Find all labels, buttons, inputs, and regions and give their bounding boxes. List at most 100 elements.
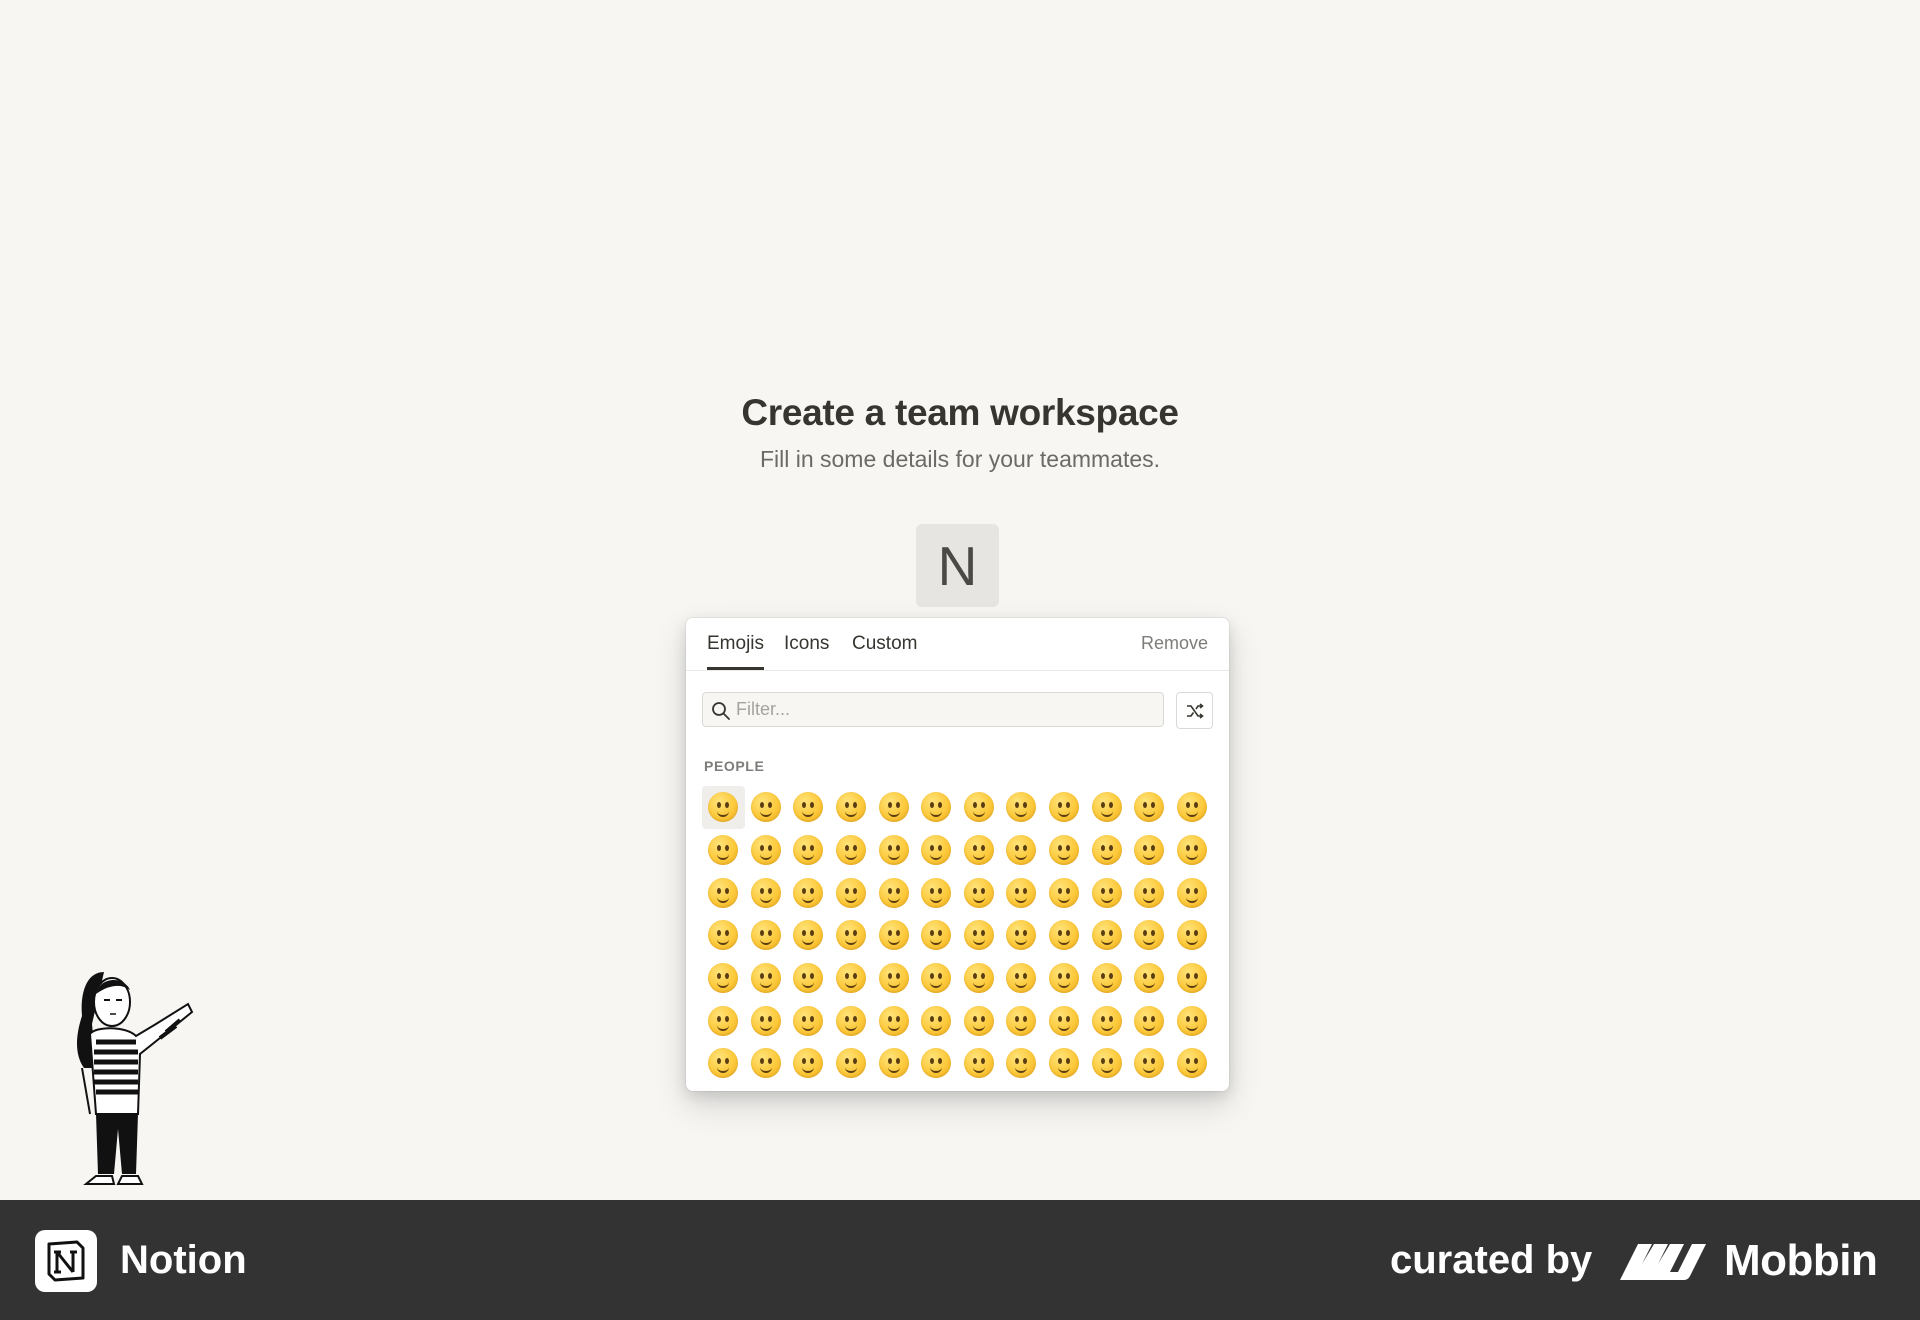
emoji-option[interactable] <box>915 1042 958 1085</box>
emoji-option[interactable] <box>872 1042 915 1085</box>
emoji-option[interactable] <box>872 999 915 1042</box>
emoji-option[interactable] <box>958 1042 1001 1085</box>
emoji-option[interactable] <box>1171 1042 1214 1085</box>
emoji-option[interactable] <box>787 829 830 872</box>
emoji-option[interactable] <box>1128 786 1171 829</box>
emoji-option[interactable] <box>745 829 788 872</box>
emoji-option[interactable] <box>1000 999 1043 1042</box>
shuffle-button[interactable] <box>1176 692 1213 729</box>
emoji-option[interactable] <box>787 1042 830 1085</box>
emoji-option[interactable] <box>787 786 830 829</box>
emoji-option[interactable] <box>830 1042 873 1085</box>
smiley-face-icon <box>1049 792 1080 823</box>
tab-emojis[interactable]: Emojis <box>707 633 764 655</box>
emoji-option[interactable] <box>830 914 873 957</box>
emoji-option[interactable] <box>1000 914 1043 957</box>
emoji-option[interactable] <box>915 786 958 829</box>
emoji-option[interactable] <box>1085 871 1128 914</box>
emoji-option[interactable] <box>1000 786 1043 829</box>
filter-input[interactable] <box>736 693 1156 726</box>
emoji-option[interactable] <box>1000 957 1043 1000</box>
emoji-option[interactable] <box>1171 999 1214 1042</box>
emoji-option[interactable] <box>1171 871 1214 914</box>
smiley-face-icon <box>750 792 781 823</box>
emoji-option[interactable] <box>872 786 915 829</box>
emoji-option[interactable] <box>745 914 788 957</box>
tab-custom[interactable]: Custom <box>852 633 917 655</box>
emoji-option[interactable] <box>872 871 915 914</box>
emoji-option[interactable] <box>702 871 745 914</box>
emoji-option[interactable] <box>1043 999 1086 1042</box>
smiley-face-icon <box>708 877 739 908</box>
emoji-option[interactable] <box>745 871 788 914</box>
emoji-option[interactable] <box>787 914 830 957</box>
emoji-option[interactable] <box>915 999 958 1042</box>
emoji-option[interactable] <box>1043 914 1086 957</box>
emoji-option[interactable] <box>1000 871 1043 914</box>
emoji-option[interactable] <box>958 786 1001 829</box>
emoji-option[interactable] <box>1085 914 1128 957</box>
emoji-option[interactable] <box>1128 871 1171 914</box>
emoji-option[interactable] <box>915 957 958 1000</box>
emoji-option[interactable] <box>1128 1042 1171 1085</box>
emoji-option[interactable] <box>702 957 745 1000</box>
emoji-option[interactable] <box>872 829 915 872</box>
emoji-option[interactable] <box>1171 914 1214 957</box>
emoji-option[interactable] <box>702 1042 745 1085</box>
emoji-option[interactable] <box>1085 957 1128 1000</box>
notion-logo <box>35 1230 97 1292</box>
emoji-option[interactable] <box>915 914 958 957</box>
emoji-option[interactable] <box>958 957 1001 1000</box>
emoji-option[interactable] <box>702 786 745 829</box>
tab-icons[interactable]: Icons <box>784 633 829 655</box>
emoji-option[interactable] <box>958 829 1001 872</box>
emoji-option[interactable] <box>958 999 1001 1042</box>
emoji-option[interactable] <box>1085 1042 1128 1085</box>
emoji-option[interactable] <box>830 957 873 1000</box>
emoji-option[interactable] <box>1043 829 1086 872</box>
emoji-option[interactable] <box>1171 786 1214 829</box>
emoji-option[interactable] <box>745 1042 788 1085</box>
smiley-face-icon <box>1091 835 1122 866</box>
emoji-option[interactable] <box>745 999 788 1042</box>
smiley-face-icon <box>793 792 824 823</box>
emoji-option[interactable] <box>1128 999 1171 1042</box>
emoji-option[interactable] <box>745 786 788 829</box>
emoji-option[interactable] <box>872 957 915 1000</box>
emoji-option[interactable] <box>787 871 830 914</box>
emoji-option[interactable] <box>1085 999 1128 1042</box>
emoji-option[interactable] <box>1128 914 1171 957</box>
emoji-option[interactable] <box>1000 1042 1043 1085</box>
emoji-option[interactable] <box>702 829 745 872</box>
emoji-option[interactable] <box>1043 786 1086 829</box>
emoji-option[interactable] <box>745 957 788 1000</box>
smiley-face-icon <box>1006 920 1037 951</box>
emoji-option[interactable] <box>830 829 873 872</box>
emoji-option[interactable] <box>830 999 873 1042</box>
emoji-option[interactable] <box>1128 829 1171 872</box>
emoji-option[interactable] <box>1085 829 1128 872</box>
emoji-option[interactable] <box>830 871 873 914</box>
emoji-option[interactable] <box>1000 829 1043 872</box>
emoji-option[interactable] <box>1043 1042 1086 1085</box>
emoji-option[interactable] <box>1128 957 1171 1000</box>
workspace-icon-button[interactable]: N <box>916 524 999 607</box>
emoji-option[interactable] <box>830 786 873 829</box>
emoji-option[interactable] <box>1043 871 1086 914</box>
emoji-option[interactable] <box>958 914 1001 957</box>
emoji-option[interactable] <box>787 957 830 1000</box>
emoji-option[interactable] <box>1085 786 1128 829</box>
smiley-face-icon <box>836 877 867 908</box>
emoji-option[interactable] <box>915 829 958 872</box>
emoji-option[interactable] <box>958 871 1001 914</box>
emoji-option[interactable] <box>702 999 745 1042</box>
emoji-option[interactable] <box>915 871 958 914</box>
remove-button[interactable]: Remove <box>1141 633 1208 654</box>
emoji-option[interactable] <box>1171 829 1214 872</box>
emoji-option[interactable] <box>1043 957 1086 1000</box>
emoji-option[interactable] <box>872 914 915 957</box>
smiley-face-icon <box>1134 835 1165 866</box>
emoji-option[interactable] <box>1171 957 1214 1000</box>
emoji-option[interactable] <box>702 914 745 957</box>
emoji-option[interactable] <box>787 999 830 1042</box>
